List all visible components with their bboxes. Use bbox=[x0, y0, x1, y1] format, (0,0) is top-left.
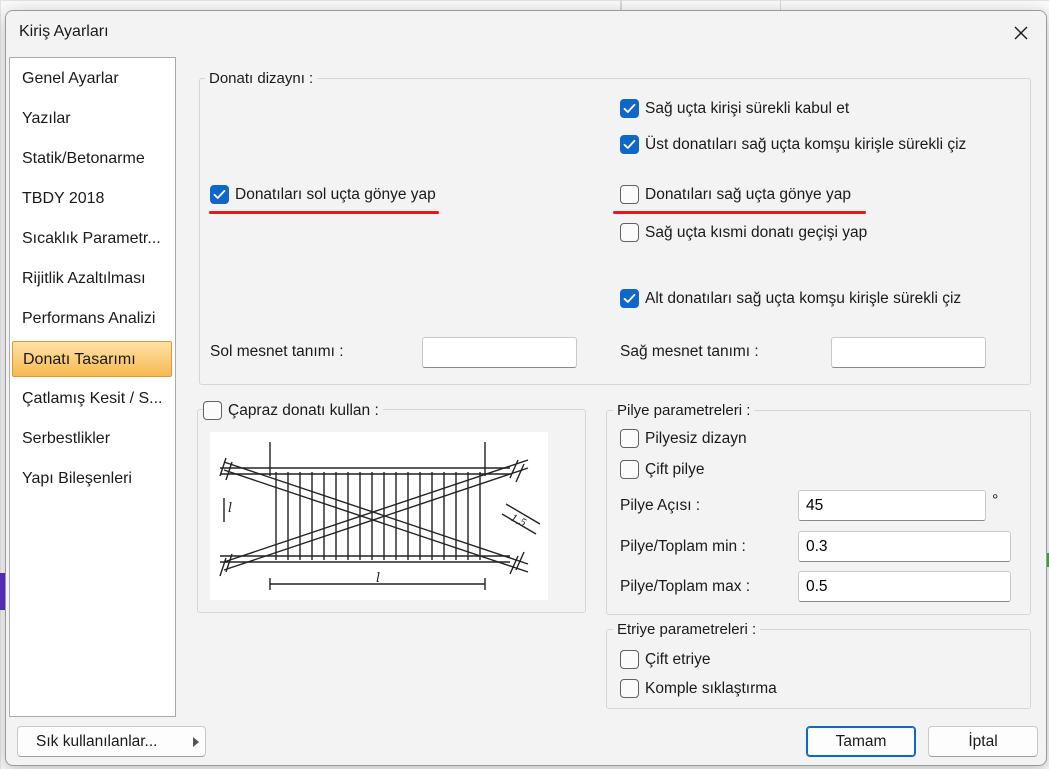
checkbox-label: Donatıları sağ uçta gönye yap bbox=[645, 185, 851, 203]
close-icon bbox=[1014, 26, 1028, 40]
checkmark-icon bbox=[623, 293, 636, 303]
checkbox-box bbox=[620, 185, 639, 204]
pilye-group-label: Pilye parametreleri : bbox=[613, 402, 755, 419]
checkbox-box bbox=[620, 650, 639, 669]
sidebar-item[interactable]: Çatlamış Kesit / S... bbox=[12, 381, 172, 417]
checkmark-icon bbox=[213, 189, 226, 199]
pilye-aci-label: Pilye Açısı : bbox=[620, 497, 701, 514]
checkbox-box bbox=[620, 223, 639, 242]
annotation-underline bbox=[209, 211, 439, 214]
checkmark-icon bbox=[623, 103, 636, 113]
checkbox-box bbox=[620, 289, 639, 308]
checkbox-label: Çapraz donatı kullan : bbox=[228, 401, 379, 419]
favorites-button[interactable]: Sık kullanılanlar... bbox=[17, 726, 206, 757]
checkbox-box bbox=[620, 429, 639, 448]
sidebar-item[interactable]: Performans Analizi bbox=[12, 301, 172, 337]
sidebar-item[interactable]: Yazılar bbox=[12, 101, 172, 137]
diagonal-rebar-diagram: l 1,5 l bbox=[210, 432, 548, 600]
ust-donati-surekli-checkbox[interactable]: Üst donatıları sağ uçta komşu kirişle sü… bbox=[620, 135, 966, 154]
cift-pilye-checkbox[interactable]: Çift pilye bbox=[620, 460, 704, 479]
checkbox-label: Alt donatıları sağ uçta komşu kirişle sü… bbox=[645, 289, 962, 307]
checkbox-label: Sağ uçta kısmi donatı geçişi yap bbox=[645, 223, 868, 241]
pilye-min-label: Pilye/Toplam min : bbox=[620, 538, 746, 555]
sidebar-item[interactable]: Donatı Tasarımı bbox=[12, 341, 172, 377]
settings-sidebar: Genel Ayarlar Yazılar Statik/Betonarme TBDY… bbox=[9, 57, 176, 717]
ok-button[interactable]: Tamam bbox=[806, 726, 916, 757]
checkbox-box bbox=[620, 679, 639, 698]
background-divider bbox=[620, 0, 622, 10]
pilyesiz-dizayn-checkbox[interactable]: Pilyesiz dizayn bbox=[620, 429, 747, 448]
sidebar-item[interactable]: Serbestlikler bbox=[12, 421, 172, 457]
beam-settings-dialog: Kiriş Ayarları Genel Ayarlar Yazılar Stati… bbox=[5, 10, 1047, 766]
close-button[interactable] bbox=[1004, 17, 1038, 49]
checkbox-label: Sağ uçta kirişi sürekli kabul et bbox=[645, 99, 850, 117]
checkbox-label: Pilyesiz dizayn bbox=[645, 429, 747, 447]
capraz-donati-checkbox[interactable]: Çapraz donatı kullan : bbox=[203, 401, 383, 420]
favorites-label: Sık kullanılanlar... bbox=[36, 732, 158, 750]
sag-ucta-kirisi-surekli-checkbox[interactable]: Sağ uçta kirişi sürekli kabul et bbox=[620, 99, 849, 118]
checkbox-box bbox=[620, 460, 639, 479]
sol-ucta-gonye-checkbox[interactable]: Donatıları sol uçta gönye yap bbox=[210, 185, 436, 204]
checkbox-label: Çift etriye bbox=[645, 650, 711, 668]
checkbox-box bbox=[203, 401, 222, 420]
annotation-underline bbox=[613, 211, 866, 214]
checkbox-label: Üst donatıları sağ uçta komşu kirişle sü… bbox=[645, 135, 967, 153]
sag-ucta-gonye-checkbox[interactable]: Donatıları sağ uçta gönye yap bbox=[620, 185, 851, 204]
sag-mesnet-input[interactable] bbox=[831, 337, 986, 368]
sidebar-item[interactable]: Statik/Betonarme bbox=[12, 141, 172, 177]
alt-donati-surekli-checkbox[interactable]: Alt donatıları sağ uçta komşu kirişle sü… bbox=[620, 289, 961, 308]
sidebar-item[interactable]: TBDY 2018 bbox=[12, 181, 172, 217]
checkbox-label: Donatıları sol uçta gönye yap bbox=[235, 185, 436, 203]
rebar-design-group-label: Donatı dizaynı : bbox=[205, 70, 318, 87]
pilye-min-input[interactable] bbox=[798, 531, 1011, 562]
chevron-right-icon bbox=[193, 737, 199, 747]
sag-mesnet-label: Sağ mesnet tanımı : bbox=[620, 343, 759, 360]
pilye-max-input[interactable] bbox=[798, 571, 1011, 602]
checkmark-icon bbox=[623, 139, 636, 149]
pilye-max-label: Pilye/Toplam max : bbox=[620, 578, 751, 595]
checkbox-label: Komple sıklaştırma bbox=[645, 679, 777, 697]
degree-unit: ° bbox=[992, 492, 999, 509]
sidebar-item[interactable]: Sıcaklık Parametr... bbox=[12, 221, 172, 257]
kismi-donati-checkbox[interactable]: Sağ uçta kısmi donatı geçişi yap bbox=[620, 223, 867, 242]
checkbox-label: Çift pilye bbox=[645, 460, 705, 478]
cancel-label: İptal bbox=[968, 732, 998, 750]
diagram-dim-left: l bbox=[228, 501, 232, 516]
etriye-group-label: Etriye parametreleri : bbox=[613, 621, 761, 638]
diagram-span-label: l bbox=[376, 571, 380, 586]
checkbox-box bbox=[620, 135, 639, 154]
sidebar-item[interactable]: Yapı Bileşenleri bbox=[12, 461, 172, 497]
background-divider bbox=[780, 0, 781, 10]
pilye-aci-input[interactable] bbox=[798, 490, 986, 521]
checkbox-box bbox=[620, 99, 639, 118]
sol-mesnet-label: Sol mesnet tanımı : bbox=[210, 343, 344, 360]
ok-label: Tamam bbox=[835, 732, 887, 750]
sol-mesnet-input[interactable] bbox=[422, 337, 577, 368]
komple-siklastirma-checkbox[interactable]: Komple sıklaştırma bbox=[620, 679, 777, 698]
cancel-button[interactable]: İptal bbox=[928, 726, 1038, 757]
sidebar-item[interactable]: Rijitlik Azaltılması bbox=[12, 261, 172, 297]
checkbox-box bbox=[210, 185, 229, 204]
dialog-titlebar: Kiriş Ayarları bbox=[6, 11, 1046, 55]
sidebar-item[interactable]: Genel Ayarlar bbox=[12, 61, 172, 97]
cift-etriye-checkbox[interactable]: Çift etriye bbox=[620, 650, 710, 669]
dialog-title: Kiriş Ayarları bbox=[19, 23, 109, 40]
